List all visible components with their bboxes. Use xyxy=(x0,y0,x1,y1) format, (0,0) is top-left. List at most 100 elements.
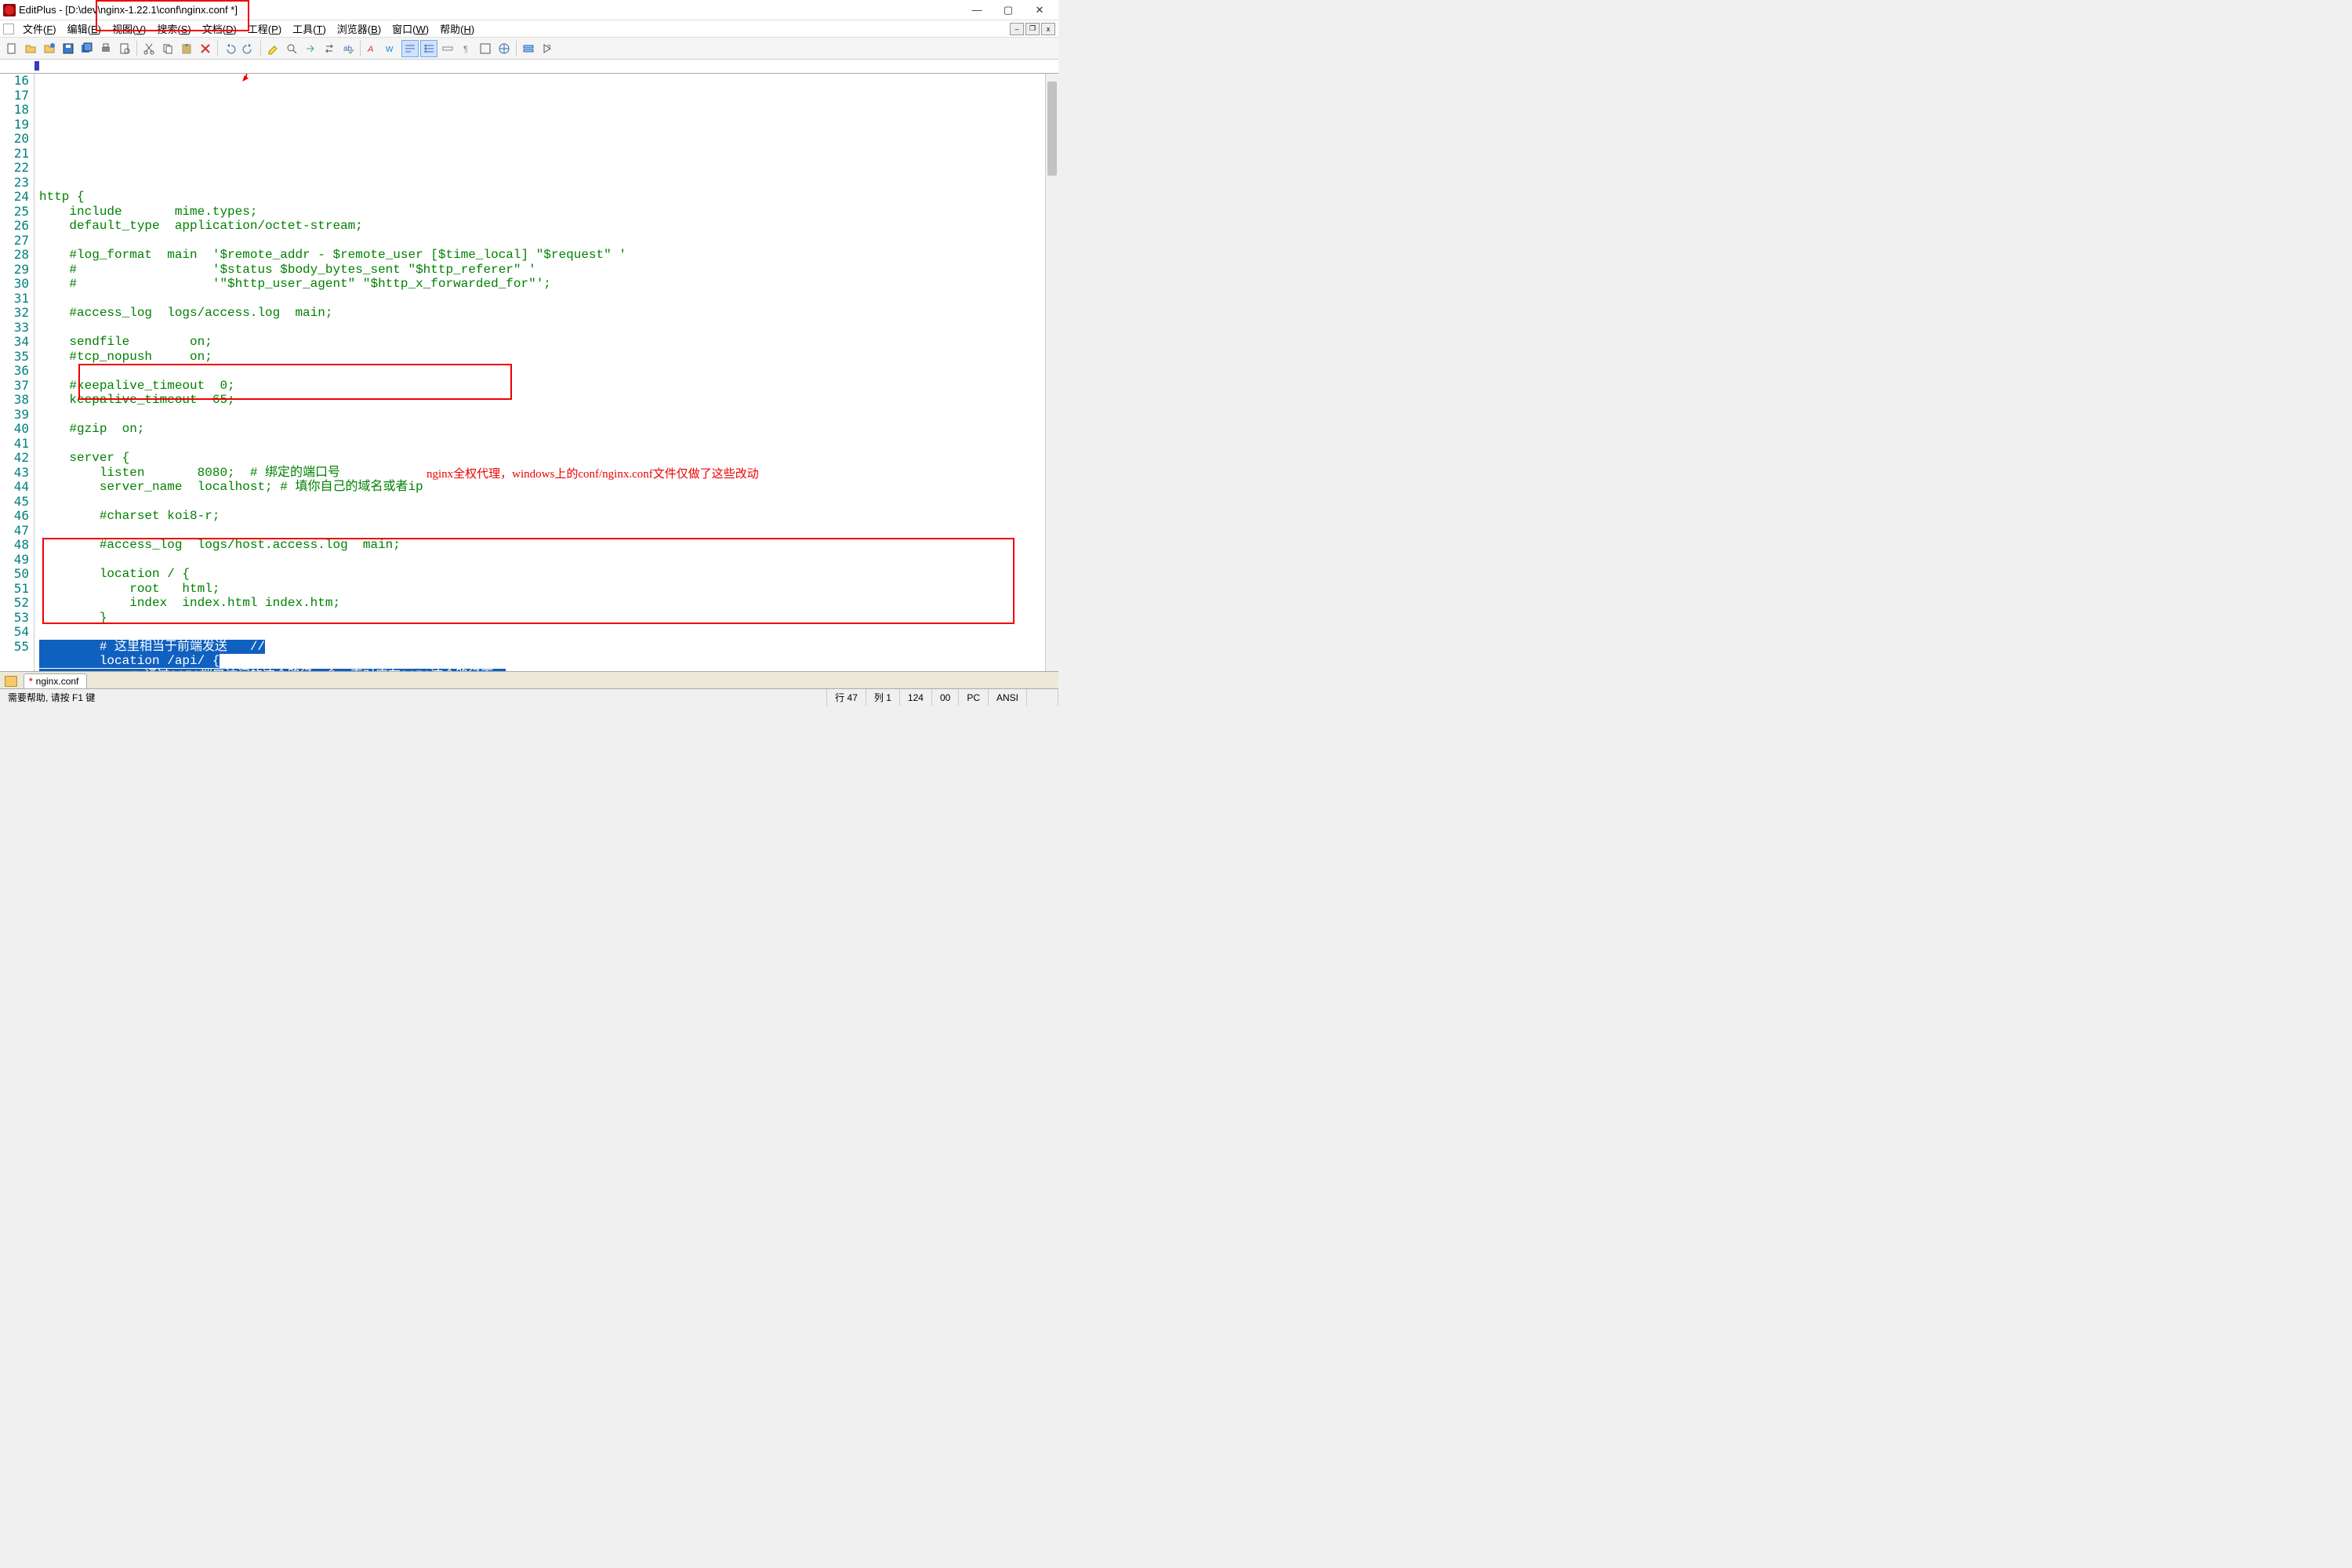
redo-button[interactable] xyxy=(240,40,257,57)
scrollbar-thumb[interactable] xyxy=(1047,82,1057,176)
code-editor[interactable]: nginx全权代理，windows上的conf/nginx.conf文件仅做了这… xyxy=(34,74,1045,671)
vertical-scrollbar[interactable] xyxy=(1045,74,1058,671)
highlight-button[interactable] xyxy=(264,40,281,57)
code-line[interactable]: include mime.types; xyxy=(39,205,1045,220)
settings-button[interactable] xyxy=(520,40,537,57)
code-line[interactable]: location /api/ { xyxy=(39,654,1045,669)
title-bar: EditPlus - [D:\dev\nginx-1.22.1\conf\ngi… xyxy=(0,0,1058,20)
code-line[interactable]: #log_format main '$remote_addr - $remote… xyxy=(39,248,1045,263)
print-preview-button[interactable] xyxy=(116,40,133,57)
syntax-button[interactable]: W xyxy=(383,40,400,57)
code-line[interactable]: #charset koi8-r; xyxy=(39,509,1045,524)
code-line[interactable]: # '$status $body_bytes_sent "$http_refer… xyxy=(39,263,1045,278)
window-title: EditPlus - [D:\dev\nginx-1.22.1\conf\ngi… xyxy=(19,4,238,16)
folder-icon[interactable] xyxy=(5,676,17,687)
code-line[interactable] xyxy=(39,321,1045,336)
menu-文档d[interactable]: 文档(D) xyxy=(197,20,242,38)
code-line[interactable] xyxy=(39,524,1045,539)
code-line[interactable]: sendfile on; xyxy=(39,335,1045,350)
mdi-minimize-button[interactable]: – xyxy=(1010,23,1024,35)
ruler: ----+----1----+----2----+----3----+----4… xyxy=(0,60,1058,74)
help-button[interactable]: ? xyxy=(539,40,556,57)
menu-工具t[interactable]: 工具(T) xyxy=(287,20,332,38)
svg-text:A: A xyxy=(367,45,373,54)
svg-text:W: W xyxy=(386,45,394,54)
replace-button[interactable] xyxy=(321,40,338,57)
code-line[interactable]: index index.html index.htm; xyxy=(39,596,1045,611)
code-line[interactable]: # '"$http_user_agent" "$http_x_forwarded… xyxy=(39,277,1045,292)
status-mode: PC xyxy=(959,689,989,706)
code-line[interactable]: # 通过8070端口访问的这个路径，会一直对应在8070这个路径下， xyxy=(39,669,1045,672)
undo-button[interactable] xyxy=(221,40,238,57)
code-line[interactable]: # 这里相当于前端发送 // xyxy=(39,640,1045,655)
menu-编辑e[interactable]: 编辑(E) xyxy=(62,20,107,38)
menu-浏览器b[interactable]: 浏览器(B) xyxy=(332,20,387,38)
document-tab[interactable]: * nginx.conf xyxy=(24,673,87,688)
status-help: 需要帮助, 请按 F1 键 xyxy=(0,689,827,706)
status-selection: 00 xyxy=(932,689,959,706)
code-line[interactable]: #gzip on; xyxy=(39,422,1045,437)
svg-text:?: ? xyxy=(547,44,551,51)
code-line[interactable] xyxy=(39,364,1045,379)
code-line[interactable] xyxy=(39,495,1045,510)
ruler-button[interactable] xyxy=(439,40,456,57)
code-line[interactable] xyxy=(39,408,1045,423)
code-line[interactable] xyxy=(39,437,1045,452)
menu-bar: 文件(F)编辑(E)视图(V)搜索(S)文档(D)工程(P)工具(T)浏览器(B… xyxy=(0,20,1058,38)
font-button[interactable]: A xyxy=(364,40,381,57)
code-line[interactable]: #tcp_nopush on; xyxy=(39,350,1045,365)
tab-label: nginx.conf xyxy=(36,676,79,687)
modified-indicator: * xyxy=(29,676,33,687)
code-line[interactable] xyxy=(39,553,1045,568)
code-line[interactable]: server_name localhost; # 填你自己的域名或者ip xyxy=(39,480,1045,495)
svg-text:¶: ¶ xyxy=(463,45,468,54)
code-line[interactable]: http { xyxy=(39,190,1045,205)
open-file-button[interactable] xyxy=(22,40,39,57)
close-button[interactable]: ✕ xyxy=(1024,1,1055,20)
menu-窗口w[interactable]: 窗口(W) xyxy=(387,20,434,38)
mdi-close-button[interactable]: x xyxy=(1041,23,1055,35)
menu-文件f[interactable]: 文件(F) xyxy=(17,20,62,38)
code-line[interactable]: location / { xyxy=(39,567,1045,582)
code-line[interactable]: root html; xyxy=(39,582,1045,597)
minimize-button[interactable]: — xyxy=(961,1,993,20)
app-icon xyxy=(3,4,16,16)
delete-button[interactable] xyxy=(197,40,214,57)
copy-button[interactable] xyxy=(159,40,176,57)
code-line[interactable] xyxy=(39,234,1045,249)
code-line[interactable] xyxy=(39,625,1045,640)
code-line[interactable]: keepalive_timeout 65; xyxy=(39,393,1045,408)
cut-button[interactable] xyxy=(140,40,158,57)
paste-button[interactable] xyxy=(178,40,195,57)
open-remote-button[interactable] xyxy=(41,40,58,57)
code-line[interactable]: #access_log logs/host.access.log main; xyxy=(39,538,1045,553)
code-line[interactable] xyxy=(39,176,1045,191)
spell-check-button[interactable]: ab xyxy=(339,40,357,57)
code-line[interactable]: } xyxy=(39,611,1045,626)
code-line[interactable] xyxy=(39,292,1045,307)
code-line[interactable]: #access_log logs/access.log main; xyxy=(39,306,1045,321)
menu-帮助h[interactable]: 帮助(H) xyxy=(434,20,480,38)
browser-button[interactable] xyxy=(495,40,513,57)
maximize-button[interactable]: ▢ xyxy=(993,1,1024,20)
save-button[interactable] xyxy=(60,40,77,57)
document-tab-strip: * nginx.conf xyxy=(0,671,1058,688)
find-button[interactable] xyxy=(283,40,300,57)
goto-button[interactable] xyxy=(302,40,319,57)
print-button[interactable] xyxy=(97,40,114,57)
menu-搜索s[interactable]: 搜索(S) xyxy=(151,20,196,38)
mdi-restore-button[interactable]: ❐ xyxy=(1025,23,1040,35)
new-file-button[interactable] xyxy=(3,40,20,57)
status-col: 列 1 xyxy=(866,689,900,706)
line-number-button[interactable] xyxy=(420,40,437,57)
word-wrap-button[interactable] xyxy=(401,40,419,57)
full-screen-button[interactable] xyxy=(477,40,494,57)
code-line[interactable]: default_type application/octet-stream; xyxy=(39,219,1045,234)
code-line[interactable]: #keepalive_timeout 0; xyxy=(39,379,1045,394)
menu-视图v[interactable]: 视图(V) xyxy=(107,20,151,38)
invisible-chars-button[interactable]: ¶ xyxy=(458,40,475,57)
save-all-button[interactable] xyxy=(78,40,96,57)
menu-工程p[interactable]: 工程(P) xyxy=(242,20,287,38)
code-line[interactable]: server { xyxy=(39,451,1045,466)
status-total-lines: 124 xyxy=(900,689,932,706)
